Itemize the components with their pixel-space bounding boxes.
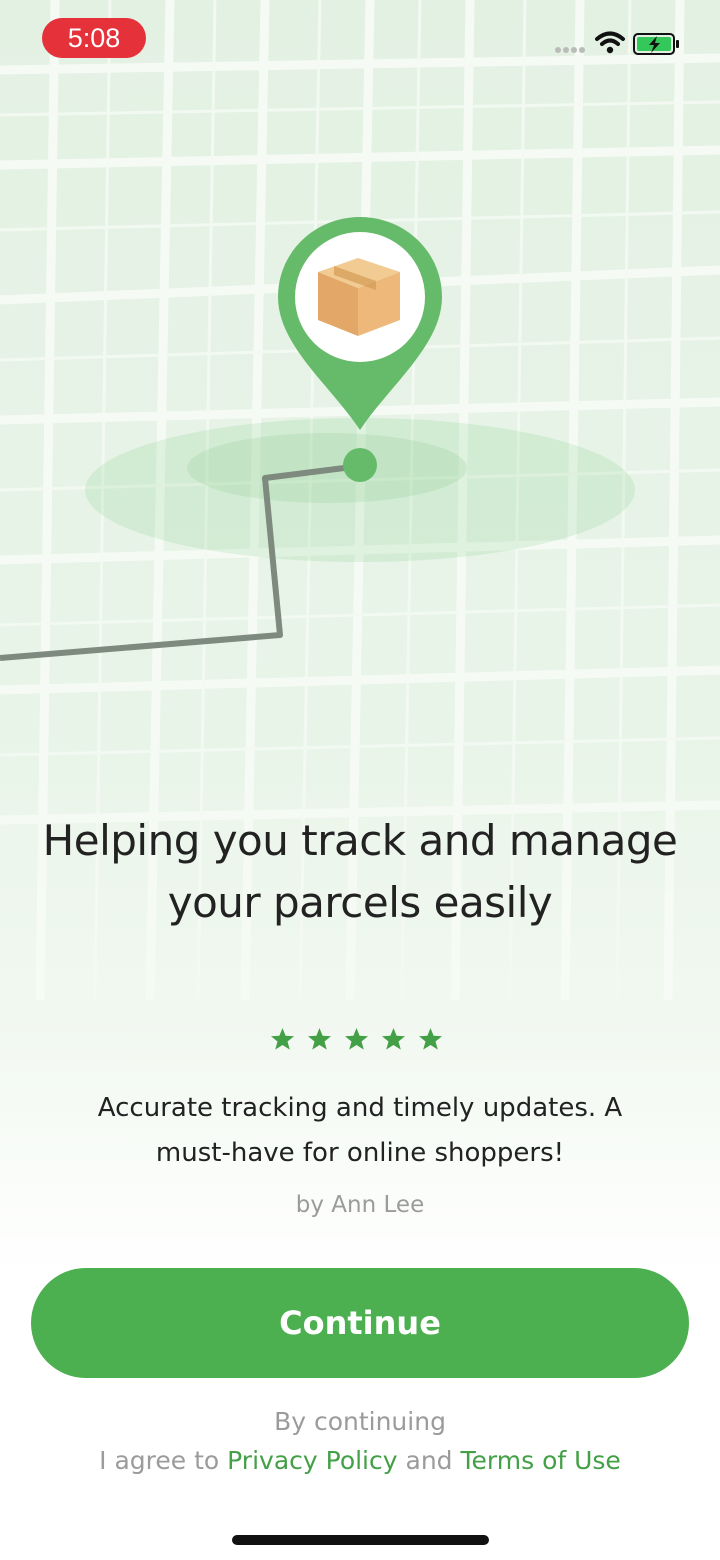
privacy-policy-link[interactable]: Privacy Policy — [227, 1446, 397, 1475]
star-rating-icons — [271, 1028, 442, 1050]
signal-dots-icon — [555, 47, 585, 53]
star-icon — [345, 1028, 368, 1050]
star-icon — [308, 1028, 331, 1050]
star-icon — [419, 1028, 442, 1050]
legal-notice: By continuing I agree to Privacy Policy … — [0, 1402, 720, 1480]
home-indicator[interactable] — [232, 1535, 489, 1545]
location-dot — [343, 448, 377, 482]
legal-line-1: By continuing — [274, 1407, 446, 1436]
map-pin-parcel-icon — [278, 217, 442, 430]
review-text: Accurate tracking and timely updates. A … — [40, 1086, 680, 1176]
onboarding-screen: 5:08 Helping you track and manage your p… — [0, 0, 720, 1560]
star-rating — [0, 1026, 720, 1061]
star-icon — [271, 1028, 294, 1050]
status-icons — [555, 31, 679, 55]
legal-conjunction: and — [405, 1446, 453, 1475]
headline: Helping you track and manage your parcel… — [20, 810, 700, 934]
headline-line-2: your parcels easily — [167, 878, 553, 927]
star-icon — [382, 1028, 405, 1050]
battery-charging-icon — [633, 33, 679, 55]
wifi-icon — [595, 31, 625, 54]
review-line-2: must-have for online shoppers! — [155, 1138, 565, 1168]
parcel-box-icon — [318, 258, 400, 336]
terms-of-use-link[interactable]: Terms of Use — [461, 1446, 621, 1475]
continue-button[interactable]: Continue — [31, 1268, 689, 1378]
review-author: by Ann Lee — [295, 1192, 425, 1218]
legal-line-2: I agree to Privacy Policy and Terms of U… — [0, 1441, 720, 1480]
review-line-1: Accurate tracking and timely updates. A — [97, 1093, 623, 1123]
legal-prefix: I agree to — [99, 1446, 220, 1475]
status-time[interactable]: 5:08 — [42, 18, 146, 58]
status-bar: 5:08 — [0, 0, 720, 80]
headline-line-1: Helping you track and manage — [42, 816, 678, 865]
